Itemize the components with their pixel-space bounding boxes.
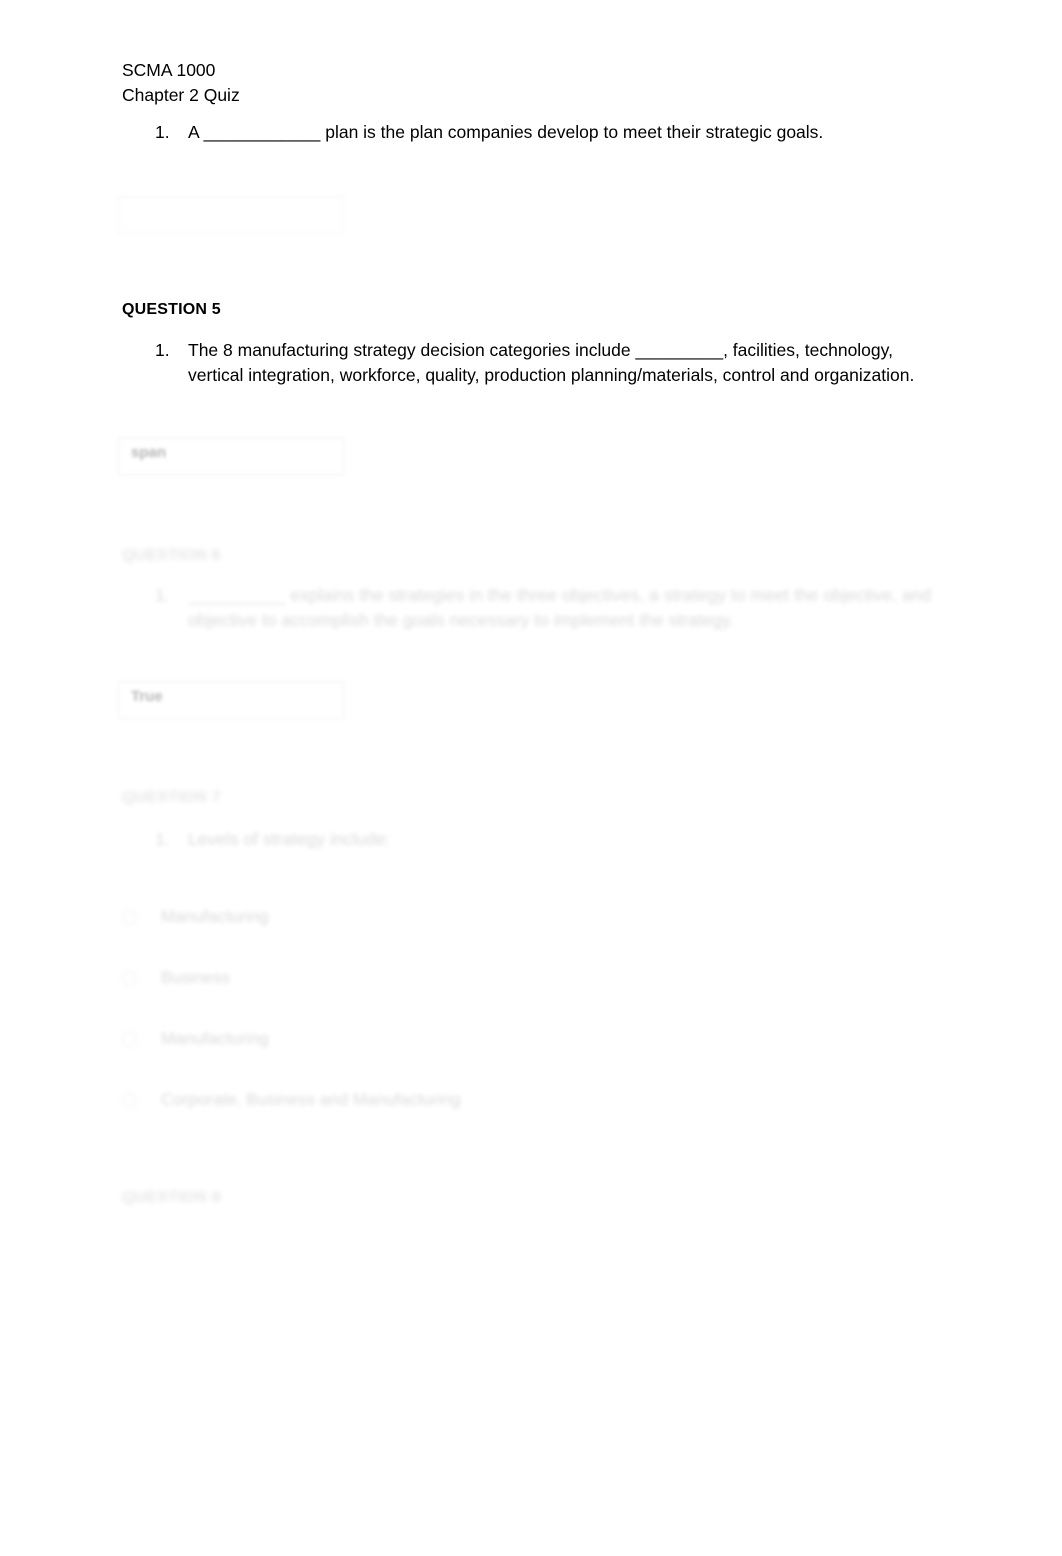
option-row[interactable]: Business (122, 966, 230, 990)
question-6-item: 1. __________ explains the strategies in… (155, 583, 945, 633)
option-row[interactable]: Manufacturing (122, 1027, 269, 1051)
question-5-answer-box[interactable]: span (118, 437, 344, 475)
question-6-heading: QUESTION 6 (122, 547, 221, 564)
option-label: Business (161, 968, 230, 987)
option-row[interactable]: Corporate, Business and Manufacturing (122, 1088, 461, 1112)
question-5-number: 1. (155, 340, 170, 360)
page-title: Chapter 2 Quiz (122, 85, 240, 105)
question-7-heading: QUESTION 7 (122, 789, 221, 806)
question-7-number: 1. (155, 829, 170, 849)
option-label: Manufacturing (161, 907, 269, 926)
question-7-text: Levels of strategy include: (188, 829, 391, 849)
option-label: Corporate, Business and Manufacturing (161, 1090, 461, 1109)
question-5-text: The 8 manufacturing strategy decision ca… (188, 340, 915, 385)
document-header: SCMA 1000 Chapter 2 Quiz (122, 58, 240, 108)
option-label: Manufacturing (161, 1029, 269, 1048)
question-8-heading: QUESTION 8 (122, 1189, 221, 1206)
question-5-item: 1. The 8 manufacturing strategy decision… (155, 338, 915, 388)
question-1-number: 1. (155, 122, 170, 142)
question-5-heading: QUESTION 5 (122, 301, 221, 318)
radio-button-icon[interactable] (122, 1092, 137, 1108)
course-code: SCMA 1000 (122, 60, 216, 80)
question-1-item: 1. A ____________ plan is the plan compa… (155, 120, 955, 145)
question-7-item: 1. Levels of strategy include: (155, 827, 655, 852)
radio-button-icon[interactable] (122, 909, 137, 925)
radio-button-icon[interactable] (122, 1031, 137, 1047)
question-1-answer-box[interactable] (118, 196, 344, 234)
question-6-answer-box[interactable]: True (118, 681, 344, 719)
question-1-text: A ____________ plan is the plan companie… (188, 122, 824, 142)
question-6-answer-value: True (131, 688, 163, 705)
question-5-answer-value: span (131, 444, 167, 461)
option-row[interactable]: Manufacturing (122, 905, 269, 929)
document-page: SCMA 1000 Chapter 2 Quiz 1. A __________… (0, 0, 1062, 1556)
question-6-text: __________ explains the strategies in th… (188, 585, 932, 630)
question-6-number: 1. (155, 585, 170, 605)
radio-button-icon[interactable] (122, 970, 137, 986)
